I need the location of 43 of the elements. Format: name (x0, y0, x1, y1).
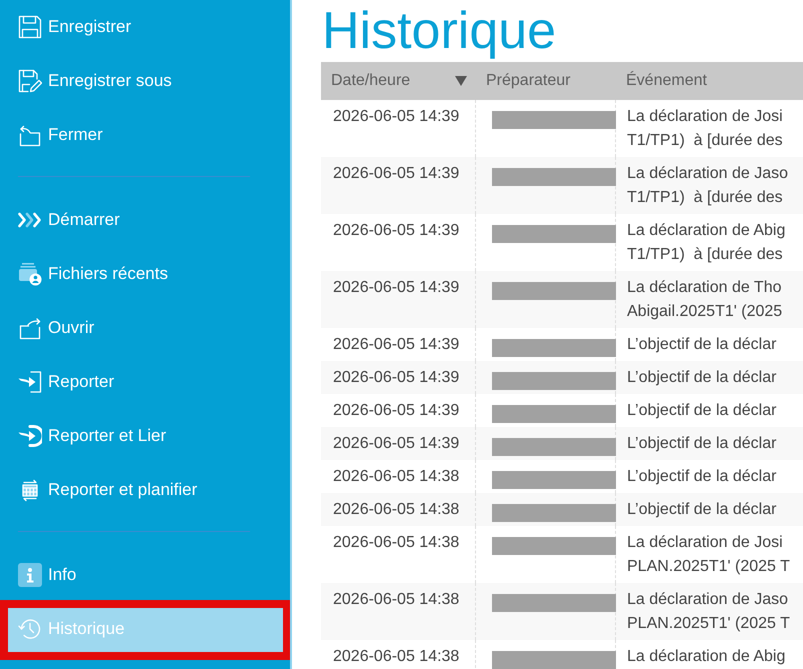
date-cell: 2026-06-05 14:39 (321, 157, 476, 214)
sidebar-item[interactable]: Reporter et Lier (0, 409, 290, 463)
date-cell: 2026-06-05 14:39 (321, 271, 476, 328)
sidebar-item[interactable]: Démarrer (0, 193, 290, 247)
sidebar-item[interactable]: Fermer (0, 108, 290, 162)
files-person-icon (18, 262, 42, 286)
date-cell: 2026-06-05 14:38 (321, 583, 476, 640)
event-cell-text: La déclaration de Josi PLAN.2025T1' (2025 T (626, 533, 791, 577)
arrow-into-d-icon (18, 424, 42, 448)
event-cell-text: La déclaration de Abig (626, 647, 786, 667)
column-header[interactable]: Préparateur (476, 62, 616, 100)
sidebar-item[interactable]: Enregistrer (0, 0, 290, 54)
event-cell-text: L’objectif de la déclar (626, 500, 778, 520)
column-header[interactable]: Date/heure (321, 62, 476, 100)
event-cell-text: L’objectif de la déclar (626, 335, 778, 355)
sidebar-item[interactable]: Reporter et planifier (0, 463, 290, 517)
column-header[interactable]: Événement (616, 62, 803, 100)
history-icon (18, 617, 42, 641)
folder-arrow-icon (18, 123, 42, 147)
date-cell: 2026-06-05 14:38 (321, 640, 476, 669)
arrow-into-box-icon (18, 370, 42, 394)
event-cell-text: L’objectif de la déclar (626, 368, 778, 388)
sort-triangle-icon (455, 76, 467, 86)
sidebar-item[interactable]: Fichiers récents (0, 247, 290, 301)
floppy-pencil-icon (18, 69, 42, 93)
event-cell-text: La déclaration de Abig T1/TP1) à [durée des (626, 221, 786, 265)
sidebar-item[interactable]: Reporter (0, 355, 290, 409)
info-icon (18, 563, 42, 587)
event-cell-text: La déclaration de Josi T1/TP1) à [durée des (626, 107, 784, 151)
event-cell-text: L’objectif de la déclar (626, 467, 778, 487)
page-title: Historique (321, 1, 558, 62)
date-cell: 2026-06-05 14:39 (321, 361, 476, 394)
event-cell-text: La déclaration de Jaso T1/TP1) à [durée des (626, 164, 789, 208)
event-cell-text: La déclaration de Tho Abigail.2025T1' (2025 (626, 278, 784, 322)
sidebar-item[interactable]: Enregistrer sous (0, 54, 290, 108)
date-cell: 2026-06-05 14:39 (321, 427, 476, 460)
sidebar-item[interactable]: Info (0, 548, 290, 602)
event-cell-text: L’objectif de la déclar (626, 434, 778, 454)
event-cell-text: La déclaration de Jaso PLAN.2025T1' (2025 T (626, 590, 791, 634)
event-cell-text: L’objectif de la déclar (626, 401, 778, 421)
folder-arrow-icon (18, 316, 42, 340)
date-cell: 2026-06-05 14:38 (321, 493, 476, 526)
sidebar-item[interactable]: Ouvrir (0, 301, 290, 355)
